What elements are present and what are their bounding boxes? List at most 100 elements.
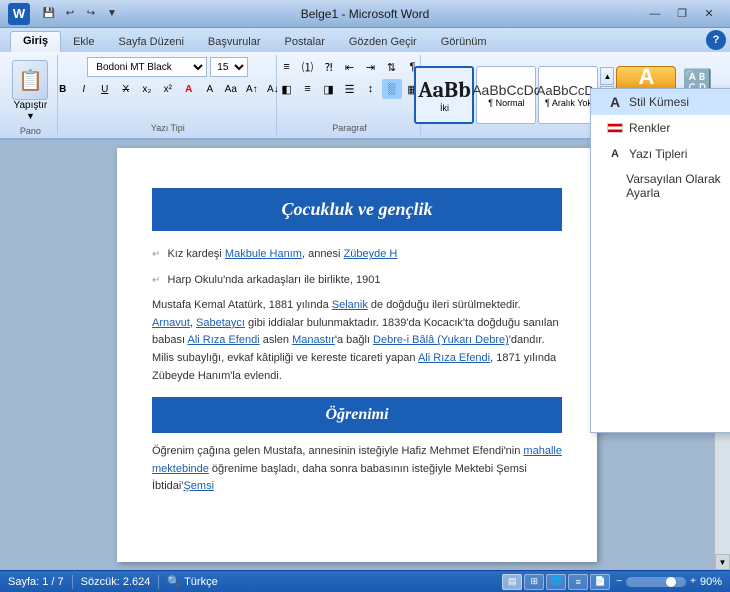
para-marker-2: ↵ bbox=[152, 275, 160, 286]
link-manastir[interactable]: Manastır bbox=[292, 334, 335, 346]
tab-giris[interactable]: Giriş bbox=[10, 31, 61, 52]
para2-text: Harp Okulu'nda arkadaşları ile birlikte,… bbox=[167, 274, 380, 286]
minimize-btn[interactable]: — bbox=[642, 4, 668, 24]
paragraph-harp-okulu: ↵ Harp Okulu'nda arkadaşları ile birlikt… bbox=[152, 272, 562, 290]
redo-btn[interactable]: ↪ bbox=[82, 5, 100, 23]
link-debre[interactable]: Debre-i Bâlâ (Yukarı Debre) bbox=[373, 334, 509, 346]
stil-kumesi-icon: A bbox=[607, 94, 623, 110]
window-title: Belge1 - Microsoft Word bbox=[301, 7, 430, 21]
strikethrough-button[interactable]: X bbox=[116, 79, 136, 99]
style-scroll-up[interactable]: ▲ bbox=[600, 67, 614, 85]
link-sabetayci[interactable]: Sabetaycı bbox=[196, 317, 245, 329]
quick-access-toolbar: 💾 ↩ ↪ ▼ bbox=[40, 5, 121, 23]
undo-btn[interactable]: ↩ bbox=[61, 5, 79, 23]
para3-mid5: aslen bbox=[260, 334, 292, 346]
maximize-btn[interactable]: ❐ bbox=[669, 4, 695, 24]
line-spacing-btn[interactable]: ↕ bbox=[361, 79, 381, 99]
scroll-down-btn[interactable]: ▼ bbox=[715, 554, 730, 570]
bullet-list-btn[interactable]: ≡ bbox=[277, 57, 297, 77]
subscript-button[interactable]: x₂ bbox=[137, 79, 157, 99]
link-zubeyde[interactable]: Zübeyde H bbox=[344, 248, 398, 260]
para3-start: Mustafa Kemal Atatürk, 1881 yılında bbox=[152, 299, 332, 311]
title-bar-left: W 💾 ↩ ↪ ▼ bbox=[8, 3, 121, 25]
help-button[interactable]: ? bbox=[706, 30, 726, 50]
tab-gorunum[interactable]: Görünüm bbox=[429, 33, 499, 52]
style-iki-label: İki bbox=[440, 103, 449, 113]
font-size-up-button[interactable]: A↑ bbox=[242, 79, 262, 99]
para-marker-1: ↵ bbox=[152, 249, 160, 260]
document-page: Çocukluk ve gençlik ↵ Kız kardeşi Makbul… bbox=[117, 148, 597, 562]
decrease-indent-btn[interactable]: ⇤ bbox=[340, 57, 360, 77]
tab-ekle[interactable]: Ekle bbox=[61, 33, 106, 52]
style-normal[interactable]: AaBbCcDc ¶ Normal bbox=[476, 66, 536, 124]
underline-button[interactable]: U bbox=[95, 79, 115, 99]
paragraph-ogrenim: Öğrenim çağına gelen Mustafa, annesinin … bbox=[152, 443, 562, 496]
tab-postalar[interactable]: Postalar bbox=[273, 33, 337, 52]
para-row-2: ◧ ≡ ◨ ☰ ↕ ░ ▦ bbox=[277, 79, 423, 99]
paragraph-mustafa-kemal: Mustafa Kemal Atatürk, 1881 yılında Sela… bbox=[152, 297, 562, 385]
page-content: Çocukluk ve gençlik ↵ Kız kardeşi Makbul… bbox=[117, 148, 597, 534]
para1-prefix: Kız kardeşi bbox=[167, 248, 224, 260]
para3-mid6: 'a bağlı bbox=[335, 334, 373, 346]
italic-button[interactable]: I bbox=[74, 79, 94, 99]
bold-button[interactable]: B bbox=[53, 79, 73, 99]
title-bar: W 💾 ↩ ↪ ▼ Belge1 - Microsoft Word — ❐ ✕ bbox=[0, 0, 730, 28]
increase-indent-btn[interactable]: ⇥ bbox=[361, 57, 381, 77]
link-ali-riza-2[interactable]: Ali Rıza Efendi bbox=[418, 352, 490, 364]
highlight-button[interactable]: A bbox=[200, 79, 220, 99]
link-semsi[interactable]: Şemsi bbox=[183, 480, 214, 492]
font-format-buttons: B I U X x₂ x² A A Aa A↑ A↓ bbox=[53, 79, 283, 99]
paragraph-kardesi: ↵ Kız kardeşi Makbule Hanım, annesi Zübe… bbox=[152, 246, 562, 264]
align-center-btn[interactable]: ≡ bbox=[298, 79, 318, 99]
superscript-button[interactable]: x² bbox=[158, 79, 178, 99]
submenu-yazi-tipleri[interactable]: A Yazı Tipleri ▶ bbox=[591, 141, 730, 167]
customize-quick-btn[interactable]: ▼ bbox=[103, 5, 121, 23]
clear-format-button[interactable]: Aa bbox=[221, 79, 241, 99]
paste-button[interactable]: 📋 Yapıştır ▼ bbox=[7, 57, 53, 124]
para3-mid3: gibi iddialar bulunmaktadır. bbox=[245, 317, 382, 329]
submenu-varsayilan[interactable]: Varsayılan Olarak Ayarla bbox=[591, 167, 730, 205]
paragraf-label: Paragraf bbox=[332, 121, 367, 133]
tab-sayfa-duzeni[interactable]: Sayfa Düzeni bbox=[106, 33, 195, 52]
shading-btn[interactable]: ░ bbox=[382, 79, 402, 99]
font-color-button[interactable]: A bbox=[179, 79, 199, 99]
yazi-tipi-label: Yazı Tipi bbox=[151, 121, 185, 133]
justify-btn[interactable]: ☰ bbox=[340, 79, 360, 99]
tab-gozden-gecir[interactable]: Gözden Geçir bbox=[337, 33, 429, 52]
numbered-list-btn[interactable]: ⑴ bbox=[298, 57, 318, 77]
multilevel-list-btn[interactable]: ⁈ bbox=[319, 57, 339, 77]
submenu-stil-kumesi[interactable]: A Stil Kümesi ▶ bbox=[591, 89, 730, 115]
link-ali-riza-1[interactable]: Ali Rıza Efendi bbox=[187, 334, 259, 346]
ribbon-tabs: Giriş Ekle Sayfa Düzeni Başvurular Posta… bbox=[0, 28, 730, 52]
varsayilan-icon bbox=[607, 178, 620, 194]
style-normal-preview: AaBbCcDc bbox=[472, 82, 540, 98]
stiller-icon: A bbox=[639, 64, 655, 90]
tab-basvurular[interactable]: Başvurular bbox=[196, 33, 273, 52]
ribbon-group-paragraf: ≡ ⑴ ⁈ ⇤ ⇥ ⇅ ¶ ◧ ≡ ◨ ☰ ↕ ░ ▦ Paragraf bbox=[279, 55, 421, 135]
sort-btn[interactable]: ⇅ bbox=[382, 57, 402, 77]
align-right-btn[interactable]: ◨ bbox=[319, 79, 339, 99]
style-iki-preview: AaBb bbox=[418, 77, 470, 103]
para1-mid: , annesi bbox=[302, 248, 344, 260]
save-quick-btn[interactable]: 💾 bbox=[40, 5, 58, 23]
ribbon-group-yazi-tipi: Bodoni MT Black 15 B I U X x₂ x² A A Aa bbox=[60, 55, 277, 135]
paste-icon: 📋 bbox=[12, 60, 48, 100]
heading-orenimi: Öğrenimi bbox=[152, 397, 562, 433]
style-iki[interactable]: AaBb İki bbox=[414, 66, 474, 124]
font-controls: Bodoni MT Black 15 B I U X x₂ x² A A Aa bbox=[53, 57, 283, 121]
link-makbule[interactable]: Makbule Hanım bbox=[225, 248, 302, 260]
window-controls: — ❐ ✕ bbox=[642, 4, 722, 24]
font-family-select[interactable]: Bodoni MT Black bbox=[87, 57, 207, 77]
link-selanik[interactable]: Selanik bbox=[332, 299, 368, 311]
link-arnavut[interactable]: Arnavut bbox=[152, 317, 190, 329]
para3-mid1: de doğduğu ileri sürülmektedir. bbox=[368, 299, 521, 311]
font-row-1: Bodoni MT Black 15 bbox=[87, 57, 248, 77]
close-btn[interactable]: ✕ bbox=[696, 4, 722, 24]
submenu-renkler[interactable]: Renkler ▶ bbox=[591, 115, 730, 141]
align-left-btn[interactable]: ◧ bbox=[277, 79, 297, 99]
submenu-yazi-tipleri-label: Yazı Tipleri bbox=[629, 147, 687, 161]
stiller-submenu: A Stil Kümesi ▶ Renkler ▶ A Yazı Tipleri… bbox=[590, 88, 730, 433]
renkler-icon bbox=[607, 120, 623, 136]
font-size-select[interactable]: 15 bbox=[210, 57, 248, 77]
submenu-stil-kumesi-label: Stil Kümesi bbox=[629, 95, 689, 109]
